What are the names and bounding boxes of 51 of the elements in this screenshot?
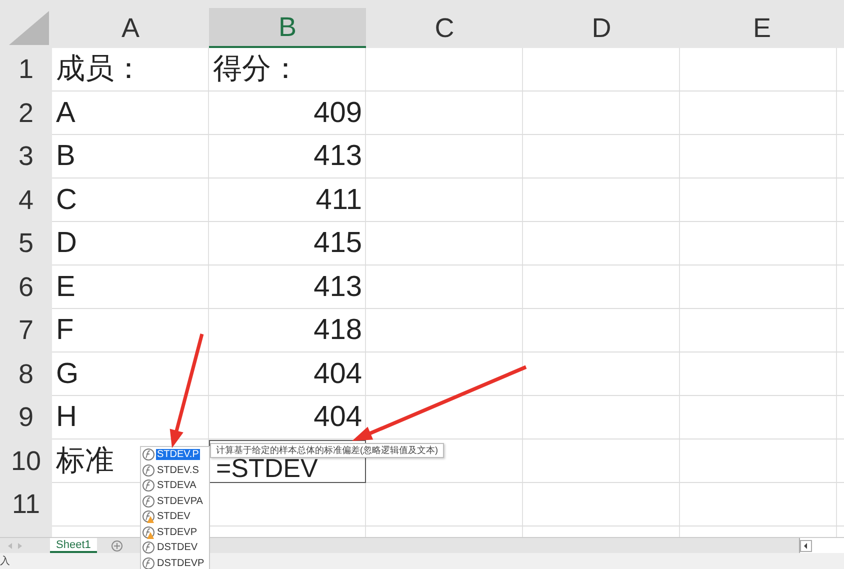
select-all-icon[interactable] (9, 11, 49, 45)
table-cell: 404 (314, 360, 362, 389)
row-header[interactable]: 4 (0, 178, 52, 222)
row-header[interactable]: 1 (0, 48, 52, 92)
table-cell: 413 (314, 142, 362, 172)
table-cell: H (56, 403, 77, 432)
row-header[interactable]: 3 (0, 135, 52, 178)
table-cell: E (56, 272, 76, 302)
scroll-right-icon[interactable] (18, 542, 22, 548)
function-suggestion[interactable]: STDEV.S (141, 462, 209, 478)
scroll-left-icon[interactable] (800, 540, 812, 552)
table-cell: 413 (314, 272, 362, 302)
row-header[interactable]: 8 (0, 352, 52, 396)
function-suggestion[interactable]: DSTDEVP (141, 556, 209, 569)
row-header[interactable]: 9 (0, 396, 52, 440)
row-header[interactable]: 11 (0, 483, 52, 526)
table-cell: D (56, 229, 77, 258)
column-header[interactable]: D (523, 8, 680, 48)
column-header[interactable]: B (209, 8, 366, 48)
table-cell: 409 (314, 98, 362, 128)
function-suggestion[interactable]: STDEVPA (141, 494, 209, 509)
table-cell: 404 (314, 403, 362, 432)
row-header[interactable]: 10 (0, 440, 52, 483)
table-cell: A (56, 98, 76, 128)
table-cell: 成员： (56, 55, 143, 84)
horizontal-scrollbar[interactable] (799, 538, 844, 553)
row-header[interactable]: 2 (0, 92, 52, 135)
row-header[interactable]: 7 (0, 309, 52, 352)
function-suggestion[interactable]: DSTDEV (141, 540, 209, 556)
row-header[interactable]: 6 (0, 266, 52, 309)
table-cell: G (56, 360, 79, 389)
row-header[interactable]: 5 (0, 222, 52, 266)
add-sheet-icon[interactable] (110, 540, 123, 552)
table-cell: 418 (314, 316, 362, 346)
table-cell: C (56, 186, 77, 215)
function-suggestion[interactable]: STDEV.P (141, 447, 209, 462)
column-header[interactable]: C (366, 8, 523, 48)
function-suggestion[interactable]: STDEVP (141, 524, 209, 540)
table-cell: F (56, 316, 74, 346)
status-text: 入 (0, 554, 10, 568)
table-cell: 411 (316, 186, 362, 215)
sheet-tab[interactable]: Sheet1 (50, 538, 97, 553)
table-cell: 415 (314, 229, 362, 258)
function-suggestion[interactable]: STDEV (141, 509, 209, 524)
function-suggestion[interactable]: STDEVA (141, 478, 209, 494)
table-cell: B (56, 142, 76, 172)
table-cell: 得分： (213, 55, 300, 84)
column-header[interactable]: A (52, 8, 209, 48)
function-tooltip: 计算基于给定的样本总体的标准偏差(忽略逻辑值及文本) (210, 443, 444, 458)
column-header[interactable]: E (680, 8, 844, 48)
table-cell: 标准 (56, 446, 114, 476)
